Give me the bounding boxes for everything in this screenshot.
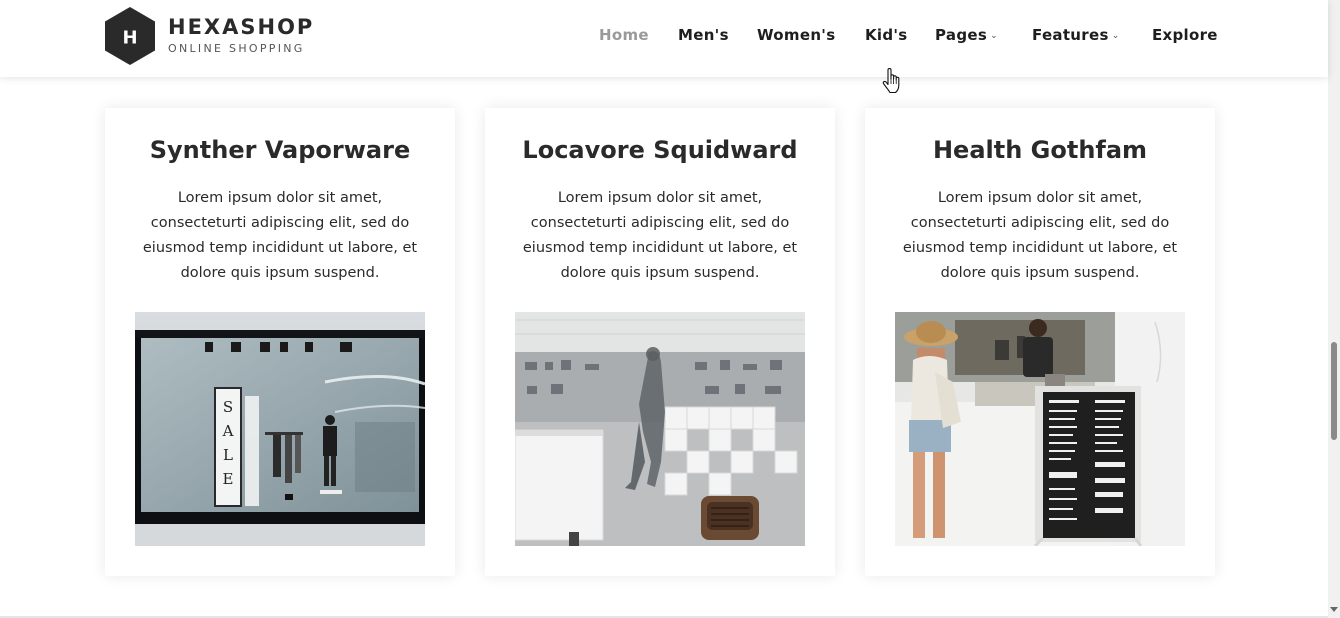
nav-item-kids[interactable]: Kid's <box>865 26 908 44</box>
svg-text:L: L <box>223 446 233 464</box>
store-interior-photo[interactable] <box>515 312 805 546</box>
feature-card: Locavore Squidward Lorem ipsum dolor sit… <box>485 108 835 576</box>
cafe-counter-photo[interactable] <box>895 312 1185 546</box>
page-scrollbar[interactable] <box>1328 0 1340 618</box>
nav-item-home[interactable]: Home <box>599 26 649 44</box>
feature-card: Synther Vaporware Lorem ipsum dolor sit … <box>105 108 455 576</box>
site-header: H HEXASHOP ONLINE SHOPPING Home Men's Wo… <box>0 0 1328 77</box>
feature-card: Health Gothfam Lorem ipsum dolor sit ame… <box>865 108 1215 576</box>
nav-item-womens[interactable]: Women's <box>757 26 835 44</box>
scrollbar-thumb[interactable] <box>1331 342 1337 440</box>
svg-text:E: E <box>223 470 234 488</box>
card-text: Lorem ipsum dolor sit amet, consecteturt… <box>522 190 798 281</box>
chevron-down-icon: ⌄ <box>1111 31 1120 41</box>
svg-text:A: A <box>222 422 234 440</box>
nav-item-explore[interactable]: Explore <box>1152 26 1218 44</box>
card-text: Lorem ipsum dolor sit amet, consecteturt… <box>902 190 1178 281</box>
card-text: Lorem ipsum dolor sit amet, consecteturt… <box>142 190 418 281</box>
nav-item-mens[interactable]: Men's <box>678 26 729 44</box>
nav-item-features[interactable]: Features ⌄ <box>1032 26 1120 44</box>
main-nav: Home Men's Women's Kid's Pages ⌄ Features… <box>0 26 1328 48</box>
hand-pointer-cursor-icon <box>882 68 900 94</box>
card-title: Health Gothfam <box>932 136 1148 164</box>
sale-sign-letter: S <box>223 398 233 416</box>
card-title: Locavore Squidward <box>522 136 798 164</box>
nav-item-pages[interactable]: Pages ⌄ <box>935 26 998 44</box>
card-title: Synther Vaporware <box>149 136 411 164</box>
chevron-down-icon: ⌄ <box>990 31 998 41</box>
scroll-down-icon[interactable] <box>1330 607 1338 612</box>
storefront-sale-photo[interactable]: S A L E <box>135 312 425 546</box>
